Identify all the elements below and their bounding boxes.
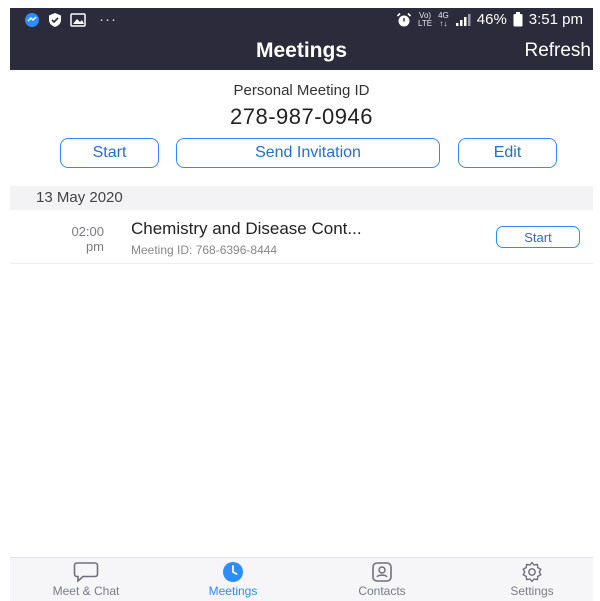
personal-meeting-id-label: Personal Meeting ID [233,82,370,99]
tab-label: Contacts [358,584,406,598]
clock-icon [223,562,243,582]
meeting-id: Meeting ID: 768-6396-8444 [131,243,278,257]
network-type-indicator: 4G ↑↓ [438,10,449,28]
bottom-tab-bar: Meet & Chat Meetings Contacts Settings [10,557,593,601]
meeting-title: Chemistry and Disease Cont... [131,219,362,238]
shield-check-icon [49,12,61,27]
contact-card-icon [372,562,392,582]
meeting-time-ampm: pm [85,239,104,254]
tab-settings[interactable]: Settings [477,561,587,598]
tab-label: Meetings [208,584,258,598]
battery-percent: 46% [476,11,507,28]
page-title: Meetings [255,39,347,62]
status-bar-notifications: ··· [24,11,117,28]
start-meeting-button[interactable]: Start [496,226,580,248]
meeting-time: 02:00 pm [34,224,104,254]
chat-bubble-icon [73,562,99,583]
tab-meet-and-chat[interactable]: Meet & Chat [31,561,141,598]
status-bar: ··· Vo) LTE 4G ↑↓ 46% 3:51 pm [10,8,593,34]
volte-indicator: Vo) LTE [418,10,433,28]
personal-meeting-id-value: 278-987-0946 [229,104,373,129]
app-header: Meetings Refresh [10,34,593,70]
meeting-time-hour: 02:00 [71,224,104,239]
tab-label: Settings [510,584,554,598]
edit-personal-meeting-button[interactable]: Edit [458,138,557,168]
gear-icon [522,561,542,583]
signal-icon [455,13,471,26]
status-bar-system: Vo) LTE 4G ↑↓ 46% 3:51 pm [396,11,583,28]
more-notifications-dots: ··· [99,11,117,28]
battery-icon [513,12,523,27]
tab-meetings[interactable]: Meetings [178,561,288,598]
date-section-header: 13 May 2020 [10,186,593,210]
clock-time: 3:51 pm [528,11,583,28]
meeting-list-item[interactable]: 02:00 pm Chemistry and Disease Cont... M… [10,212,593,264]
gallery-icon [70,12,86,27]
tab-label: Meet & Chat [52,584,120,598]
messenger-icon [25,12,39,27]
tab-contacts[interactable]: Contacts [327,561,437,598]
start-personal-meeting-button[interactable]: Start [60,138,159,168]
send-invitation-button[interactable]: Send Invitation [176,138,440,168]
alarm-icon [396,12,412,26]
refresh-button[interactable]: Refresh [524,40,591,62]
